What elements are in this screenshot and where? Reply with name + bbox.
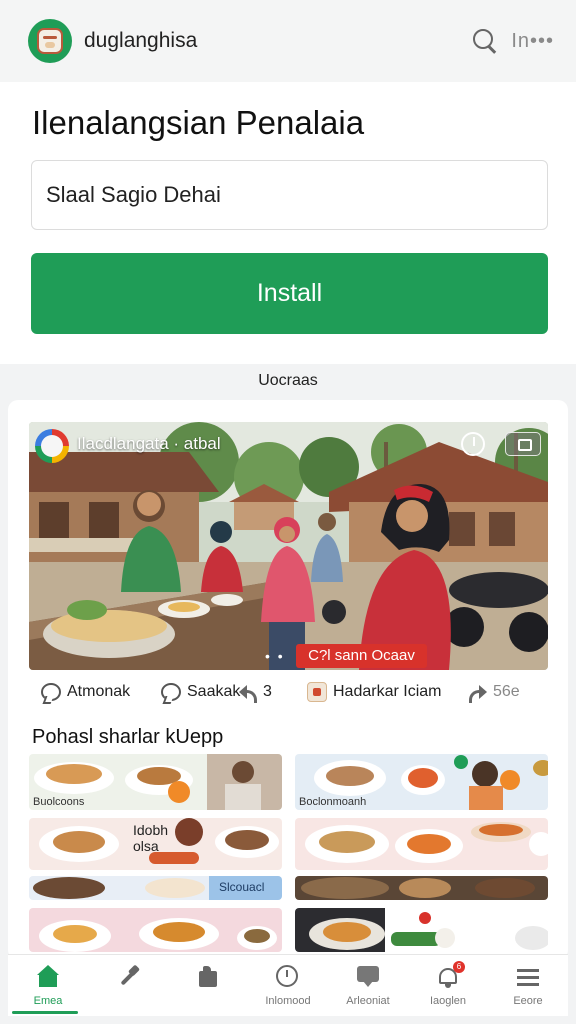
nav-history[interactable]: Inlomood — [248, 955, 328, 1016]
feed-video[interactable]: Ilacdlangata · atbal • • C?l sann Ocaav — [29, 422, 548, 670]
bag-icon — [195, 965, 221, 989]
feed-card: Ilacdlangata · atbal • • C?l sann Ocaav … — [8, 400, 568, 960]
nav-label: Iaoglen — [429, 995, 467, 1007]
nav-label: Arleoniat — [346, 995, 390, 1007]
food-thumbnail[interactable]: Boclonmoanh — [295, 754, 548, 810]
reply-label: Saakak — [187, 683, 241, 700]
channel-avatar[interactable] — [35, 429, 69, 463]
nav-home[interactable]: Emea — [8, 955, 88, 1016]
app-logo-icon[interactable] — [28, 19, 72, 63]
share-label: 56e — [493, 683, 520, 700]
food-thumbnail[interactable]: Idobh olsa — [29, 818, 282, 870]
app-link-action[interactable]: Hadarkar Iciam — [307, 678, 441, 706]
notification-badge: 6 — [453, 961, 465, 973]
food-thumbnail[interactable] — [29, 908, 282, 952]
nav-label: Inlomood — [265, 995, 311, 1007]
carousel-dots[interactable]: • • — [265, 648, 285, 664]
hammer-icon — [115, 965, 141, 989]
app-badge-icon — [307, 682, 327, 702]
food-thumbnail[interactable] — [295, 876, 548, 900]
reply-action[interactable]: Saakak — [161, 678, 240, 706]
top-bar: duglanghisa In••• — [0, 0, 576, 82]
clock-icon — [275, 965, 301, 989]
comment-icon — [41, 683, 61, 701]
name-input[interactable] — [31, 160, 548, 230]
nav-notifications[interactable]: 6 Iaoglen — [408, 955, 488, 1016]
food-thumbnail[interactable]: Buolcoons — [29, 754, 282, 810]
share-count: 3 — [263, 683, 272, 700]
thumb-label: Buolcoons — [33, 796, 85, 808]
home-icon — [35, 965, 61, 989]
comment-icon — [161, 683, 181, 701]
action-bar: Atmonak Saakak 3 Hadarkar Iciam 56e — [29, 678, 548, 706]
nav-messages[interactable]: Arleoniat — [328, 955, 408, 1016]
nav-label: Emea — [33, 995, 63, 1007]
comment-label: Atmonak — [67, 683, 131, 700]
nav-label: Eeore — [513, 995, 543, 1007]
bottom-nav: Emea Inlomood Arleoniat 6 Iaoglen Eeore — [8, 954, 568, 1016]
overlay-text: Idobh — [133, 822, 169, 838]
nav-tools[interactable] — [88, 955, 168, 1016]
cast-icon[interactable] — [505, 432, 541, 456]
active-indicator — [12, 1011, 78, 1014]
food-thumbnail[interactable] — [295, 818, 548, 870]
section-label: Uocraas — [258, 372, 318, 389]
nav-shop[interactable] — [168, 955, 248, 1016]
app-link-label: Hadarkar Iciam — [333, 683, 442, 700]
search-icon[interactable] — [471, 27, 499, 55]
overlay-text: Slcouacl — [219, 880, 265, 894]
share-icon — [239, 684, 257, 700]
food-thumbnail[interactable]: Slcouacl — [29, 876, 282, 900]
food-thumbnail[interactable] — [295, 908, 548, 952]
comment-action[interactable]: Atmonak — [41, 678, 130, 706]
share-action[interactable]: 56e — [469, 678, 520, 706]
video-title: Ilacdlangata · atbal — [77, 434, 221, 453]
grid-title: Pohasl sharlar kUepp — [32, 726, 224, 748]
chat-icon — [355, 965, 381, 989]
thumb-label: Boclonmoanh — [299, 796, 367, 808]
share-icon — [469, 684, 487, 703]
timer-icon[interactable] — [461, 432, 485, 456]
village-food-scene-image — [29, 422, 548, 670]
share-count-action[interactable]: 3 — [239, 678, 272, 706]
nav-more[interactable]: Eeore — [488, 955, 568, 1016]
media-badge[interactable]: C?l sann Ocaav — [296, 644, 427, 668]
menu-icon — [515, 965, 541, 989]
app-handle: duglanghisa — [84, 29, 198, 52]
install-button[interactable]: Install — [31, 253, 548, 334]
top-menu-button[interactable]: In••• — [511, 30, 554, 53]
bell-icon: 6 — [435, 961, 465, 989]
page-title: Ilenalangsian Penalaia — [32, 104, 365, 141]
overlay-text: olsa — [133, 838, 159, 854]
install-panel: Ilenalangsian Penalaia Install — [0, 82, 576, 364]
